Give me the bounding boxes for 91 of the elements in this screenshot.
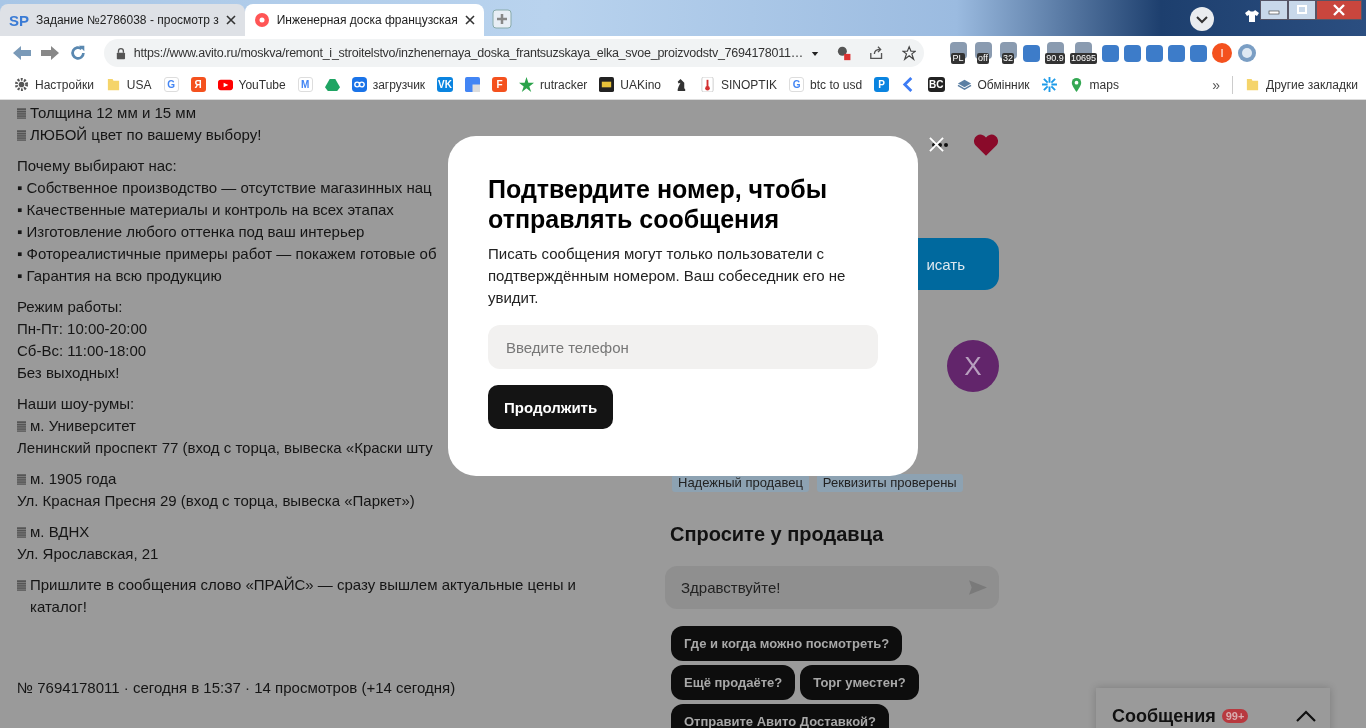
- gear-icon: [14, 77, 29, 92]
- description-text: Наши шоу-румы:: [17, 394, 135, 414]
- description-text: Толщина 12 мм и 15 мм: [30, 103, 196, 123]
- extension-icon[interactable]: [1190, 44, 1208, 62]
- share-icon[interactable]: [869, 45, 884, 61]
- continue-button[interactable]: Продолжить: [488, 385, 614, 429]
- back-icon[interactable]: [12, 44, 32, 62]
- browser-tab[interactable]: SP Задание №2786038 - просмотр з: [0, 4, 245, 36]
- description-text: ▪ Гарантия на всю продукцию: [17, 266, 222, 286]
- more-bookmarks-button[interactable]: »: [1212, 76, 1221, 93]
- layers-icon: [956, 77, 972, 92]
- restore-icon[interactable]: [1288, 0, 1316, 20]
- heart-icon[interactable]: [973, 133, 999, 157]
- description-text: м. ВДНХ: [30, 522, 90, 542]
- extension-icon[interactable]: [1168, 44, 1186, 62]
- description-text: Сб-Вс: 11:00-18:00: [17, 341, 147, 361]
- bookmark[interactable]: VK: [437, 77, 453, 92]
- unread-badge: 99+: [1221, 709, 1249, 723]
- reload-icon[interactable]: [68, 44, 88, 62]
- shirt-icon[interactable]: [1244, 8, 1260, 24]
- modal-title: Подтвердите номер, чтобы отправлять сообщения: [488, 174, 829, 234]
- extension-icon[interactable]: [1023, 44, 1040, 62]
- section-title: Спросите у продавца: [670, 523, 885, 546]
- bookmark[interactable]: BC: [928, 77, 945, 92]
- quick-question-button[interactable]: Где и когда можно посмотреть?: [671, 626, 903, 661]
- bookmark[interactable]: SINOPTIK: [700, 77, 778, 92]
- bookmark[interactable]: Обмінник: [956, 77, 1030, 92]
- phone-field[interactable]: Введите телефон: [488, 325, 878, 369]
- seller-avatar[interactable]: X: [947, 340, 999, 392]
- bookmark[interactable]: USA: [105, 77, 152, 92]
- bookmark[interactable]: M: [297, 77, 313, 92]
- thermometer-icon: [700, 77, 716, 92]
- star-icon: [519, 77, 534, 92]
- bookmark[interactable]: G: [163, 77, 179, 92]
- message-field[interactable]: Здравствуйте!: [665, 566, 999, 609]
- new-tab-icon[interactable]: [491, 9, 512, 29]
- bookmark[interactable]: P: [874, 77, 890, 92]
- quick-question-button[interactable]: Отправите Авито Доставкой?: [671, 704, 890, 728]
- description-text: ▪ Собственное производство — отсутствие магазинных нац: [17, 178, 432, 198]
- close-icon[interactable]: [225, 15, 236, 25]
- bookmark[interactable]: YouTube: [217, 77, 286, 92]
- description-text: ЛЮБОЙ цвет по вашему выбору!: [30, 125, 262, 145]
- extension-icon[interactable]: [1146, 44, 1164, 62]
- close-icon[interactable]: [464, 15, 475, 25]
- bookmark[interactable]: Настройки: [14, 77, 94, 92]
- chevron-up-icon[interactable]: [1296, 710, 1316, 722]
- description-text: Ул. Красная Пресня 29 (вход с торца, вывеска «Паркет»): [17, 491, 415, 511]
- sparkle-icon: [1041, 77, 1057, 92]
- messages-panel[interactable]: Сообщения 99+: [1096, 688, 1330, 728]
- folder-icon: [1245, 77, 1261, 92]
- description-text: Пришлите в сообщения слово «ПРАЙС» — сразу вышлем актуальные цены и каталог!: [30, 575, 577, 617]
- forward-icon[interactable]: [40, 44, 60, 62]
- address-bar[interactable]: https://www.avito.ru/moskva/remont_i_stroitelstvo/inzhenernaya_doska_frantsuzskaya_elka_svoe_proizvodstv_7694178011…: [104, 39, 924, 67]
- description-text: Режим работы:: [17, 297, 123, 317]
- bookmark[interactable]: maps: [1068, 77, 1119, 92]
- bookmark[interactable]: UAKino: [599, 77, 662, 92]
- description-text: Ленинский проспект 77 (вход с торца, вывеска «Краски шту: [17, 438, 433, 458]
- infinity-icon: [351, 77, 367, 92]
- minimize-icon[interactable]: [1260, 0, 1288, 20]
- play-icon: [217, 77, 233, 92]
- description-text: ▪ Фотореалистичные примеры работ — покажем готовые об: [17, 244, 437, 264]
- description-text: ▪ Изготовление любого оттенка под ваш интерьер: [17, 222, 365, 242]
- browser-tab[interactable]: Инженерная доска французская: [244, 4, 484, 36]
- bookmark-logo: G: [789, 77, 805, 92]
- description-text: Ул. Ярославская, 21: [17, 544, 159, 564]
- description-text: Без выходных!: [17, 363, 120, 383]
- extension-icon[interactable]: [1124, 44, 1142, 62]
- tab-favicon: SP: [9, 11, 29, 29]
- more-icon[interactable]: [931, 142, 949, 148]
- modal-text: Писать сообщения могут только пользователи с подтверждённым номером. Ваш собеседник его не увидит.: [488, 244, 847, 308]
- quick-question-button[interactable]: Ещё продаёте?: [671, 665, 796, 700]
- description-text: ▪ Качественные материалы и контроль на всех этапах: [17, 200, 394, 220]
- bookmark-folder[interactable]: Другие закладки: [1245, 77, 1358, 92]
- extension-icon[interactable]: [1102, 44, 1120, 62]
- bookmark[interactable]: загрузчик: [351, 77, 426, 92]
- description-text: Почему выбирают нас:: [17, 156, 177, 176]
- seller-tag: Реквизиты проверены: [816, 474, 963, 492]
- bookmark[interactable]: rutracker: [519, 77, 588, 92]
- description-text: м. Университет: [30, 416, 136, 436]
- star-icon[interactable]: [901, 45, 916, 61]
- record-icon: [253, 12, 270, 28]
- close-icon[interactable]: [1316, 0, 1362, 20]
- bookmark[interactable]: G btc to usd: [789, 77, 863, 92]
- folder-icon: [105, 77, 121, 92]
- listing-meta: № 7694178011 · сегодня в 15:37 · 14 просмотров (+14 сегодня): [17, 678, 457, 698]
- quick-question-button[interactable]: Торг уместен?: [800, 665, 919, 700]
- lock-icon: [116, 46, 126, 60]
- description-text: м. 1905 года: [30, 469, 117, 489]
- chevron-down-icon[interactable]: [1190, 7, 1214, 31]
- description-text: Пн-Пт: 10:00-20:00: [17, 319, 148, 339]
- panel-title: Сообщения: [1112, 705, 1216, 727]
